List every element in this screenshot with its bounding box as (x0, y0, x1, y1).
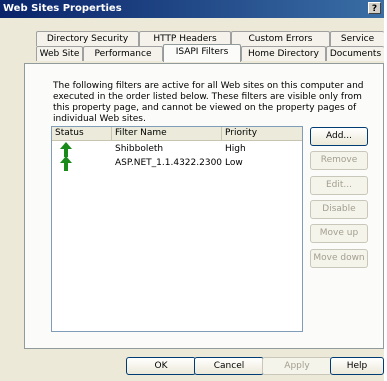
filters-list[interactable]: Status Filter Name Priority Shibboleth H… (51, 126, 303, 332)
tab-documents[interactable]: Documents (326, 46, 384, 61)
disable-button[interactable]: Disable (310, 200, 368, 219)
tab-isapi-filters[interactable]: ISAPI Filters (163, 44, 241, 62)
tab-directory-security[interactable]: Directory Security (36, 31, 139, 46)
filter-priority: Low (225, 158, 243, 168)
column-filter-name[interactable]: Filter Name (112, 127, 222, 140)
title-bar: Web Sites Properties ? (0, 0, 384, 18)
isapi-filters-panel: The following filters are active for all… (24, 63, 384, 349)
help-button[interactable]: Help (330, 357, 384, 375)
help-question-button[interactable]: ? (368, 2, 381, 14)
tab-home-directory[interactable]: Home Directory (241, 46, 326, 61)
list-item[interactable]: Shibboleth High (52, 142, 302, 157)
properties-dialog: Web Sites Properties ? Directory Securit… (0, 0, 384, 381)
cancel-button[interactable]: Cancel (194, 357, 264, 375)
green-up-arrow-icon (60, 142, 72, 157)
filter-name: ASP.NET_1.1.4322.2300 (115, 158, 223, 168)
tab-web-site[interactable]: Web Site (36, 46, 83, 61)
green-up-arrow-icon (60, 156, 72, 171)
column-status[interactable]: Status (52, 127, 112, 140)
list-item[interactable]: ASP.NET_1.1.4322.2300 Low (52, 156, 302, 171)
move-up-button[interactable]: Move up (310, 224, 368, 243)
filters-description: The following filters are active for all… (53, 81, 364, 124)
list-header: Status Filter Name Priority (52, 127, 302, 141)
edit-button[interactable]: Edit... (310, 176, 368, 195)
add-button[interactable]: Add... (310, 127, 368, 146)
move-down-button[interactable]: Move down (310, 249, 368, 268)
tab-custom-errors[interactable]: Custom Errors (231, 31, 330, 46)
tab-service[interactable]: Service (330, 31, 384, 46)
apply-button[interactable]: Apply (262, 357, 332, 375)
filter-name: Shibboleth (115, 144, 164, 154)
column-priority[interactable]: Priority (222, 127, 302, 140)
tab-performance[interactable]: Performance (83, 46, 163, 61)
remove-button[interactable]: Remove (310, 151, 368, 170)
filter-priority: High (225, 144, 246, 154)
window-title: Web Sites Properties (3, 3, 122, 14)
ok-button[interactable]: OK (126, 357, 196, 375)
